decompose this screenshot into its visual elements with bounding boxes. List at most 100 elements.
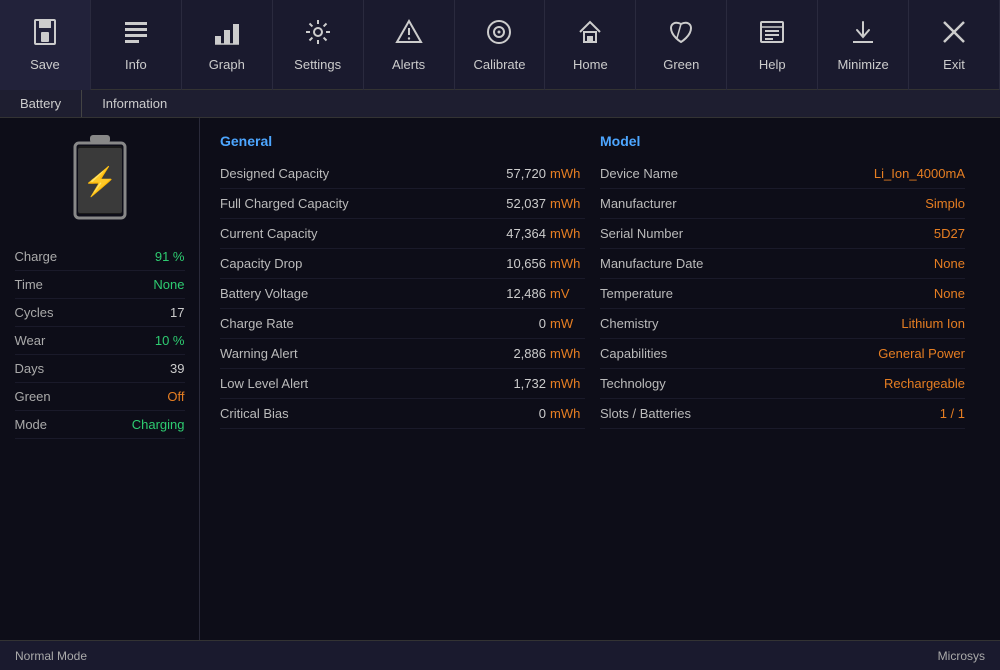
info-unit: mWh: [550, 196, 585, 211]
stat-row: Cycles 17: [15, 299, 185, 327]
toolbar-item-info[interactable]: Info: [91, 0, 182, 90]
info-val-num: 0: [539, 406, 546, 421]
info-row: Critical Bias0 mWh: [220, 399, 585, 429]
model-column: Model Device NameLi_Ion_4000mAManufactur…: [600, 128, 980, 429]
model-header: Model: [600, 133, 965, 149]
alerts-label: Alerts: [392, 57, 425, 72]
minimize-icon: [849, 18, 877, 51]
info-key: Capacity Drop: [220, 256, 506, 271]
stat-value: Charging: [132, 417, 185, 432]
green-icon: [667, 18, 695, 51]
info-grid: General Designed Capacity57,720mWhFull C…: [220, 128, 980, 429]
toolbar-item-home[interactable]: Home: [545, 0, 636, 90]
toolbar-item-settings[interactable]: Settings: [273, 0, 364, 90]
alerts-icon: [395, 18, 423, 51]
info-key: Technology: [600, 376, 884, 391]
info-val-num: 1,732: [513, 376, 546, 391]
info-val-num: 10,656: [506, 256, 546, 271]
toolbar-item-calibrate[interactable]: Calibrate: [455, 0, 546, 90]
info-key: Current Capacity: [220, 226, 506, 241]
toolbar-item-minimize[interactable]: Minimize: [818, 0, 909, 90]
main-content: ⚡ Charge91 %TimeNoneCycles17Wear10 %Days…: [0, 118, 1000, 640]
info-unit: mWh: [550, 406, 585, 421]
help-icon: [758, 18, 786, 51]
help-label: Help: [759, 57, 786, 72]
info-unit: mWh: [550, 166, 585, 181]
info-key: Slots / Batteries: [600, 406, 940, 421]
info-val-text: None: [934, 256, 965, 271]
toolbar-item-help[interactable]: Help: [727, 0, 818, 90]
info-icon: [122, 18, 150, 51]
info-unit: mWh: [550, 346, 585, 361]
info-val-text: 5D27: [934, 226, 965, 241]
stat-row: Charge91 %: [15, 243, 185, 271]
info-row: Capacity Drop10,656mWh: [220, 249, 585, 279]
info-key: Manufacture Date: [600, 256, 934, 271]
general-rows: Designed Capacity57,720mWhFull Charged C…: [220, 159, 585, 429]
info-key: Critical Bias: [220, 406, 539, 421]
info-row: Charge Rate0 mW: [220, 309, 585, 339]
save-icon: [31, 18, 59, 51]
stat-row: Days39: [15, 355, 185, 383]
info-row: Designed Capacity57,720 mWh: [220, 159, 585, 189]
info-label: Info: [125, 57, 147, 72]
stat-value: 17: [170, 305, 184, 320]
toolbar-item-graph[interactable]: Graph: [182, 0, 273, 90]
info-key: Serial Number: [600, 226, 934, 241]
info-key: Low Level Alert: [220, 376, 513, 391]
stat-value: 39: [170, 361, 184, 376]
stat-label: Mode: [15, 417, 48, 432]
info-unit: mW: [550, 316, 585, 331]
info-row: Full Charged Capacity52,037 mWh: [220, 189, 585, 219]
stat-row: Green Off: [15, 383, 185, 411]
toolbar-item-save[interactable]: Save: [0, 0, 91, 90]
info-val-num: 52,037: [506, 196, 546, 211]
status-left: Normal Mode: [15, 649, 87, 663]
info-val-num: 47,364: [506, 226, 546, 241]
toolbar-item-green[interactable]: Green: [636, 0, 727, 90]
info-row: Device NameLi_Ion_4000mA: [600, 159, 965, 189]
stats-list: Charge91 %TimeNoneCycles17Wear10 %Days39…: [15, 243, 185, 439]
graph-icon: [213, 18, 241, 51]
breadcrumb: Battery Information: [0, 90, 1000, 118]
graph-label: Graph: [209, 57, 245, 72]
toolbar-item-alerts[interactable]: Alerts: [364, 0, 455, 90]
info-val-num: 2,886: [513, 346, 546, 361]
green-label: Green: [663, 57, 699, 72]
stat-value: 10 %: [155, 333, 185, 348]
info-row: TemperatureNone: [600, 279, 965, 309]
stat-label: Cycles: [15, 305, 54, 320]
info-val-text: General Power: [878, 346, 965, 361]
right-panel: General Designed Capacity57,720mWhFull C…: [200, 118, 1000, 640]
info-key: Chemistry: [600, 316, 901, 331]
info-key: Charge Rate: [220, 316, 539, 331]
settings-label: Settings: [294, 57, 341, 72]
breadcrumb-information: Information: [82, 90, 187, 117]
exit-icon: [940, 18, 968, 51]
stat-value: Off: [167, 389, 184, 404]
stat-value: None: [153, 277, 184, 292]
stat-label: Green: [15, 389, 51, 404]
home-icon: [576, 18, 604, 51]
info-val-text: 1 / 1: [940, 406, 965, 421]
model-rows: Device NameLi_Ion_4000mAManufacturerSimp…: [600, 159, 965, 429]
info-val-text: None: [934, 286, 965, 301]
info-val-text: Simplo: [925, 196, 965, 211]
battery-icon: ⚡: [70, 133, 130, 223]
info-row: Slots / Batteries1 / 1: [600, 399, 965, 429]
stat-label: Time: [15, 277, 43, 292]
stat-row: Mode Charging: [15, 411, 185, 439]
info-row: Low Level Alert1,732mWh: [220, 369, 585, 399]
exit-label: Exit: [943, 57, 965, 72]
info-val-num: 57,720: [506, 166, 546, 181]
info-row: Serial Number5D27: [600, 219, 965, 249]
info-unit: mV: [550, 286, 585, 301]
info-key: Designed Capacity: [220, 166, 506, 181]
status-bar: Normal Mode Microsys: [0, 640, 1000, 670]
stat-value: 91 %: [155, 249, 185, 264]
info-key: Full Charged Capacity: [220, 196, 506, 211]
info-val-num: 0: [539, 316, 546, 331]
info-row: ManufacturerSimplo: [600, 189, 965, 219]
battery-icon-container: ⚡: [70, 133, 130, 223]
toolbar-item-exit[interactable]: Exit: [909, 0, 1000, 90]
